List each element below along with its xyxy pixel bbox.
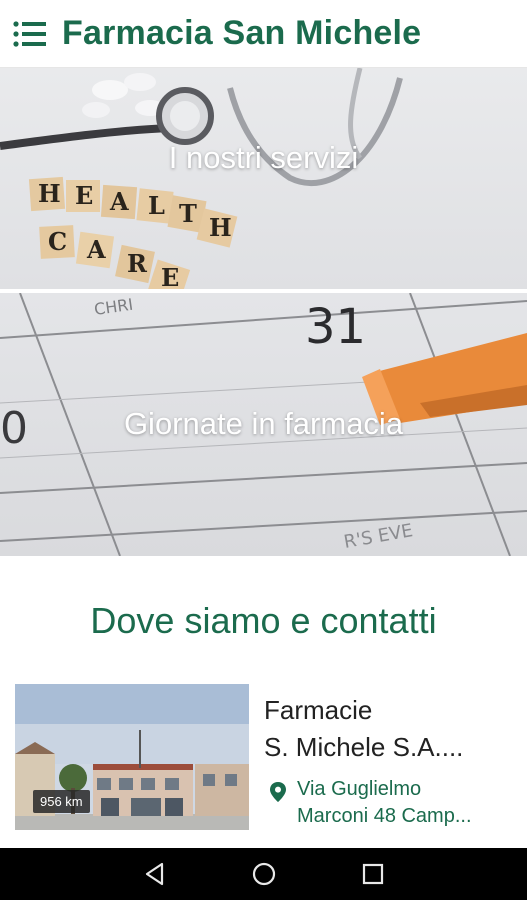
- address-line1: Via Guglielmo: [297, 778, 422, 800]
- address-line2: Marconi 48 Camp...: [297, 805, 472, 827]
- distance-badge: 956 km: [33, 790, 90, 813]
- recents-square-icon: [362, 863, 383, 885]
- services-banner[interactable]: H E A L T H C A R E I nostri servizi: [0, 68, 527, 289]
- location-pin-icon: [270, 782, 286, 802]
- svg-text:R'S EVE: R'S EVE: [342, 520, 414, 553]
- back-triangle-icon: [145, 862, 163, 886]
- system-nav-bar: [0, 848, 527, 900]
- contacts-section-title: Dove siamo e contatti: [90, 600, 437, 641]
- home-circle-icon: [252, 862, 275, 886]
- days-banner[interactable]: 31 CHRI 0 R'S EVE Giornate in farmacia: [0, 293, 527, 556]
- pharmacy-name: Farmacie S. Michele S.A....: [264, 692, 520, 766]
- pharmacy-name-line1: Farmacie: [264, 695, 373, 725]
- hamburger-menu-icon: [13, 20, 46, 47]
- svg-text:A: A: [109, 187, 129, 216]
- svg-text:T: T: [179, 199, 197, 228]
- svg-text:E: E: [75, 181, 93, 210]
- pharmacy-street-photo: 956 km: [15, 684, 249, 830]
- svg-text:A: A: [86, 235, 106, 264]
- svg-text:E: E: [161, 263, 179, 289]
- svg-text:R: R: [127, 249, 148, 278]
- days-banner-label: Giornate in farmacia: [123, 406, 404, 441]
- pharmacy-name-line2: S. Michele S.A....: [264, 732, 464, 762]
- healthcare-image: H E A L T H C A R E: [0, 68, 403, 289]
- svg-text:CHRI: CHRI: [93, 295, 134, 319]
- svg-text:C: C: [48, 227, 67, 256]
- app-bar: Farmacia San Michele: [0, 0, 527, 68]
- svg-text:L: L: [148, 191, 165, 220]
- svg-text:H: H: [209, 213, 232, 242]
- pharmacy-location-card[interactable]: 956 km Farmacie S. Michele S.A.... Via G…: [15, 684, 520, 834]
- svg-text:31: 31: [305, 299, 366, 355]
- home-button[interactable]: [244, 854, 284, 894]
- recents-button[interactable]: [353, 854, 393, 894]
- services-banner-label: I nostri servizi: [168, 140, 359, 175]
- back-button[interactable]: [135, 854, 175, 894]
- app-title: Farmacia San Michele: [62, 14, 422, 52]
- svg-text:H: H: [38, 179, 61, 208]
- menu-button[interactable]: [0, 0, 60, 68]
- pharmacy-address[interactable]: Via Guglielmo Marconi 48 Camp...: [297, 776, 520, 830]
